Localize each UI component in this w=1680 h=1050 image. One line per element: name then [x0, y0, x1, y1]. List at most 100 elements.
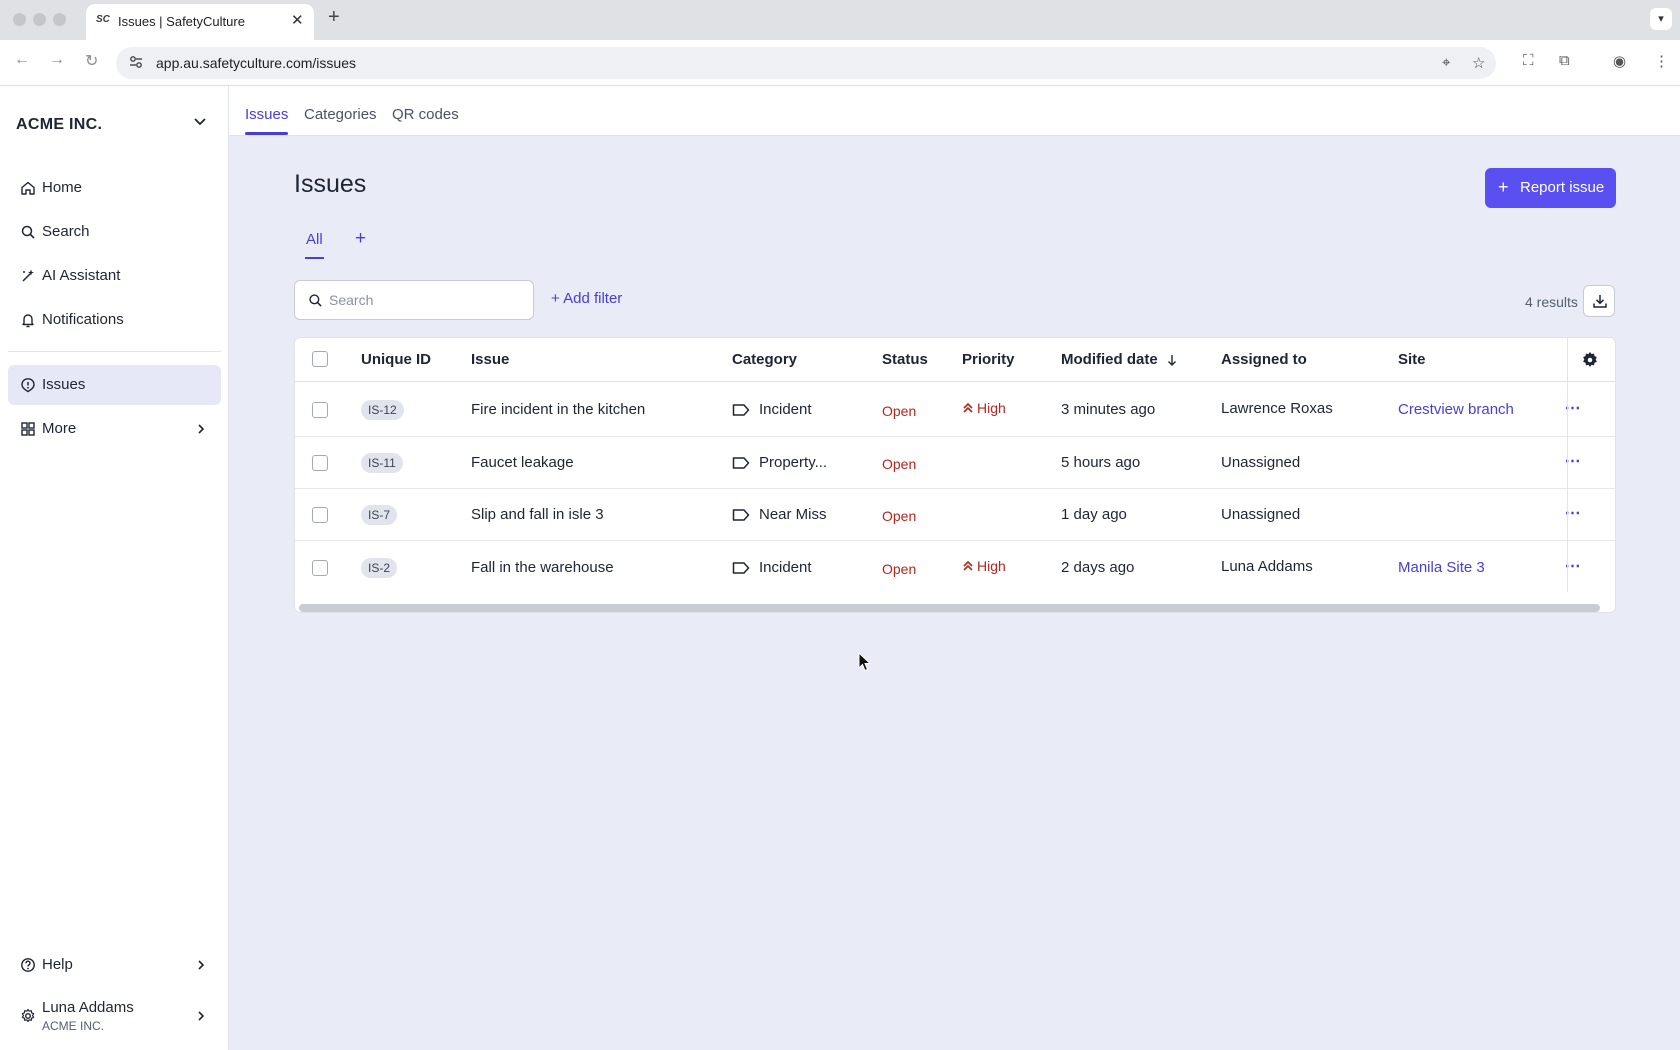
bookmark-star-icon[interactable]: ☆: [1472, 54, 1485, 72]
sidebar-item-help[interactable]: Help: [8, 945, 221, 985]
add-filter-label: Add filter: [563, 290, 623, 307]
site-link[interactable]: Crestview branch: [1398, 401, 1514, 418]
issue-title[interactable]: Fire incident in the kitchen: [471, 401, 645, 418]
window-zoom-button[interactable]: [53, 13, 66, 26]
tab-categories[interactable]: Categories: [304, 106, 377, 123]
horizontal-scrollbar[interactable]: [299, 604, 1600, 612]
add-filter-button[interactable]: + Add filter: [551, 290, 622, 307]
location-icon[interactable]: ⌖: [1442, 54, 1450, 71]
row-checkbox[interactable]: [312, 455, 328, 471]
sidebar: ACME INC. Home Search AI Assistant Notif…: [0, 86, 229, 1050]
browser-toolbar: ← → ↻ app.au.safetyculture.com/issues ⌖ …: [0, 40, 1680, 86]
search-field[interactable]: [294, 280, 534, 320]
tab-search-icon[interactable]: ▾: [1650, 8, 1672, 30]
search-input[interactable]: [329, 290, 519, 310]
sidebar-item-label: AI Assistant: [42, 267, 121, 284]
table-row[interactable]: IS-12 Fire incident in the kitchen Incid…: [295, 382, 1615, 437]
chevron-right-icon: [198, 424, 205, 434]
tab-issues[interactable]: Issues: [245, 106, 288, 123]
status-badge: Open: [882, 403, 917, 419]
site-info-icon[interactable]: [128, 54, 144, 70]
sidebar-item-label: More: [42, 420, 77, 437]
tag-icon: [732, 509, 750, 521]
table-row[interactable]: IS-7 Slip and fall in isle 3 Near Miss O…: [295, 489, 1615, 541]
issue-title[interactable]: Faucet leakage: [471, 454, 574, 471]
issue-id-badge: IS-12: [361, 400, 404, 420]
profile-icon[interactable]: ◉: [1613, 52, 1626, 70]
sidebar-item-search[interactable]: Search: [8, 212, 221, 252]
window-minimize-button[interactable]: [33, 13, 46, 26]
tab-qr-codes[interactable]: QR codes: [392, 106, 459, 123]
favicon-icon: SC: [96, 14, 110, 25]
browser-tab[interactable]: SC Issues | SafetyCulture ✕: [86, 4, 314, 40]
view-tab-indicator: [305, 257, 324, 259]
issue-title[interactable]: Slip and fall in isle 3: [471, 506, 604, 523]
row-more-icon[interactable]: ⋯: [1560, 451, 1586, 471]
sidebar-item-notifications[interactable]: Notifications: [8, 300, 221, 340]
report-issue-button[interactable]: + Report issue: [1485, 168, 1616, 208]
sidebar-item-home[interactable]: Home: [8, 168, 221, 208]
column-modified-date[interactable]: Modified date: [1061, 351, 1158, 368]
row-checkbox[interactable]: [312, 560, 328, 576]
tab-title: Issues | SafetyCulture: [118, 14, 245, 29]
row-checkbox[interactable]: [312, 507, 328, 523]
column-assigned-to[interactable]: Assigned to: [1221, 351, 1307, 368]
modified-date: 2 days ago: [1061, 559, 1135, 576]
issue-id-badge: IS-2: [361, 558, 398, 578]
assignee: Unassigned: [1221, 506, 1301, 523]
reload-icon[interactable]: ↻: [85, 51, 98, 71]
table-row[interactable]: IS-11 Faucet leakage Property... Open 5 …: [295, 437, 1615, 489]
column-settings-icon[interactable]: [1581, 351, 1599, 369]
column-priority[interactable]: Priority: [962, 351, 1015, 368]
status-badge: Open: [882, 456, 917, 472]
issues-table: Unique ID Issue Category Status Priority…: [294, 337, 1616, 613]
table-row[interactable]: IS-2 Fall in the warehouse Incident Open…: [295, 541, 1615, 596]
column-unique-id[interactable]: Unique ID: [361, 351, 431, 368]
top-nav: Issues Categories QR codes: [229, 86, 1680, 136]
download-button[interactable]: [1583, 285, 1615, 317]
row-more-icon[interactable]: ⋯: [1560, 503, 1586, 523]
sidebar-item-issues[interactable]: Issues: [8, 365, 221, 405]
new-tab-icon[interactable]: +: [328, 6, 340, 29]
settings-gear-icon: [21, 1008, 35, 1023]
view-tab-all[interactable]: All: [306, 231, 323, 248]
column-status[interactable]: Status: [882, 351, 928, 368]
screen-capture-icon[interactable]: ⛶: [1523, 52, 1534, 69]
chevron-down-icon[interactable]: [192, 114, 208, 130]
sidebar-item-ai-assistant[interactable]: AI Assistant: [8, 256, 221, 296]
row-more-icon[interactable]: ⋯: [1560, 556, 1586, 576]
issue-title[interactable]: Fall in the warehouse: [471, 559, 614, 576]
tag-icon: [732, 457, 750, 469]
site-link[interactable]: Manila Site 3: [1398, 559, 1485, 576]
issue-category: Incident: [759, 559, 812, 576]
sidebar-item-more[interactable]: More: [8, 409, 221, 449]
column-site[interactable]: Site: [1398, 351, 1426, 368]
priority-high-icon: [963, 402, 973, 413]
window-close-button[interactable]: [13, 13, 26, 26]
page-title: Issues: [294, 170, 367, 198]
column-category[interactable]: Category: [732, 351, 797, 368]
assignee: Luna Addams: [1221, 558, 1313, 575]
forward-icon[interactable]: →: [49, 51, 65, 69]
column-issue[interactable]: Issue: [471, 351, 509, 368]
org-name: ACME INC.: [16, 116, 103, 133]
sort-desc-icon[interactable]: [1166, 353, 1178, 367]
issue-id-badge: IS-11: [361, 453, 403, 473]
issue-category: Near Miss: [759, 506, 827, 523]
tab-close-icon[interactable]: ✕: [291, 11, 304, 29]
sidebar-item-label: Issues: [42, 376, 86, 393]
address-bar[interactable]: app.au.safetyculture.com/issues ⌖ ☆: [116, 47, 1496, 79]
extensions-icon[interactable]: ⧉: [1559, 52, 1570, 69]
chevron-right-icon: [198, 1011, 205, 1021]
row-more-icon[interactable]: ⋯: [1560, 398, 1586, 418]
browser-menu-icon[interactable]: ⋮: [1654, 52, 1669, 70]
issue-icon: [21, 378, 35, 393]
help-label: Help: [42, 956, 73, 973]
sidebar-item-label: Search: [42, 223, 90, 240]
row-checkbox[interactable]: [312, 402, 328, 418]
select-all-checkbox[interactable]: [312, 351, 328, 367]
add-view-icon[interactable]: +: [355, 228, 366, 250]
sidebar-divider: [8, 351, 221, 352]
back-icon[interactable]: ←: [14, 51, 30, 69]
status-badge: Open: [882, 561, 917, 577]
